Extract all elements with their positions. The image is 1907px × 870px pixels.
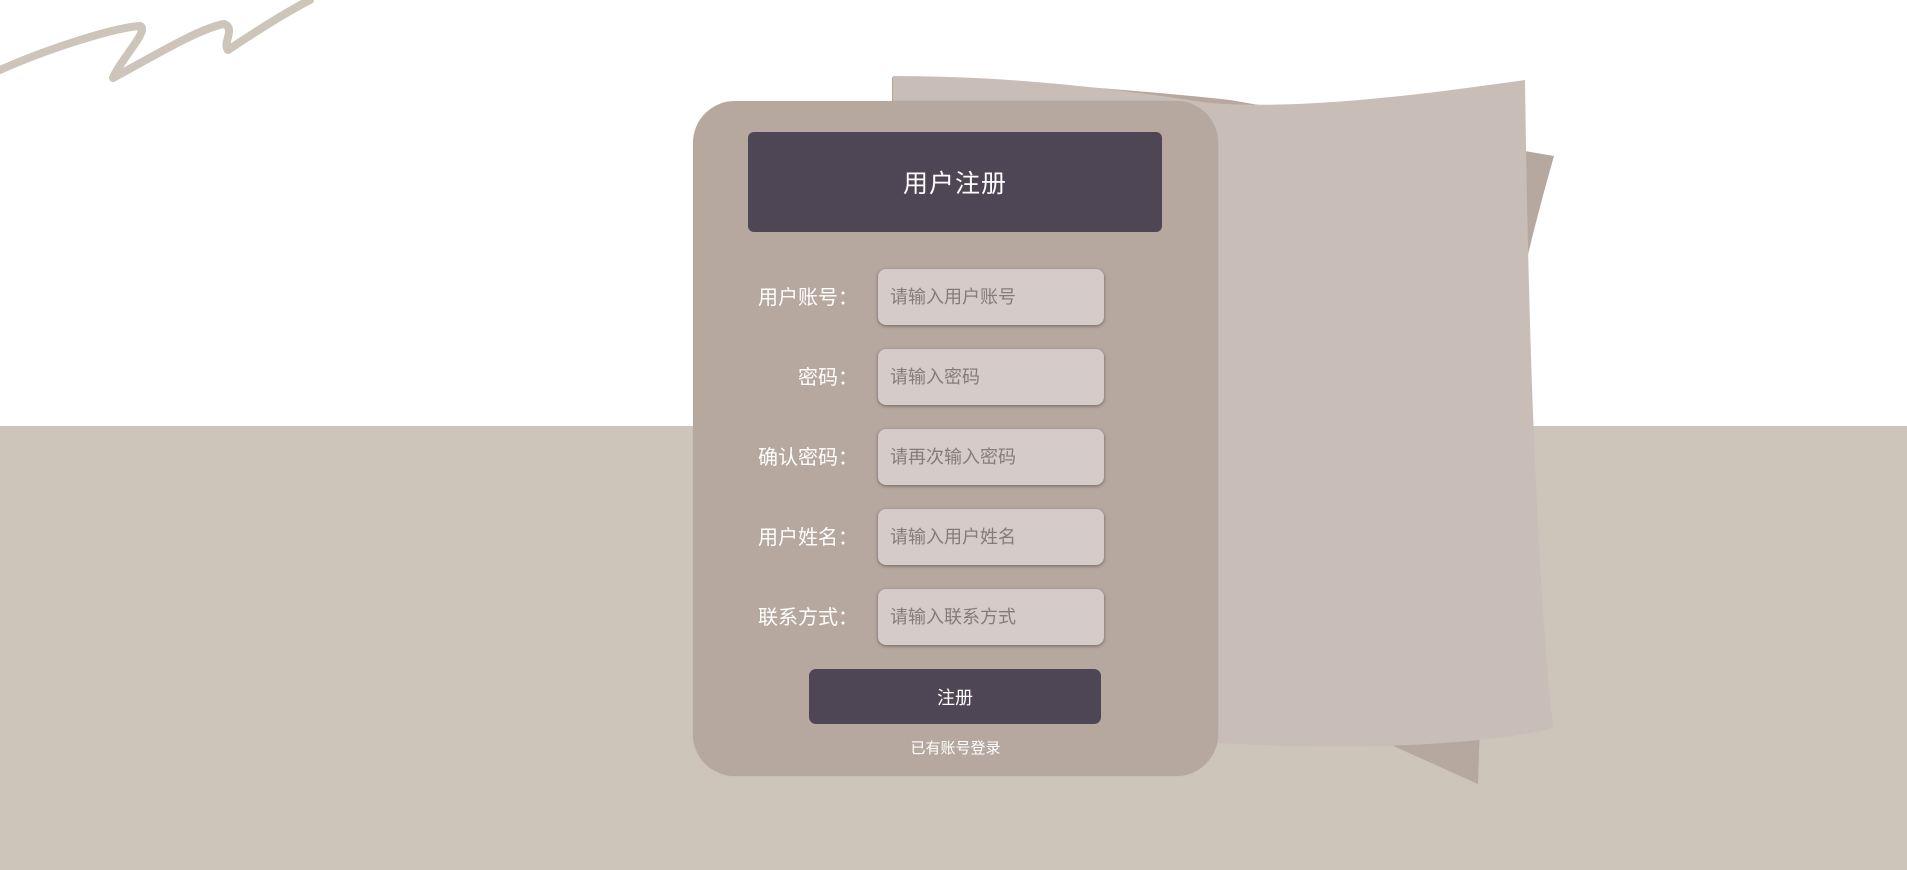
register-card: 用户注册 用户账号： 密码： 确认密码： 用户姓名： 联系方式： 注册 已有账号… [693, 101, 1218, 776]
contact-row: 联系方式： [693, 589, 1218, 645]
account-label: 用户账号： [758, 285, 858, 309]
confirm-password-input[interactable] [878, 429, 1104, 485]
password-row: 密码： [693, 349, 1218, 405]
register-button[interactable]: 注册 [809, 669, 1101, 724]
password-label: 密码： [798, 365, 858, 389]
username-input[interactable] [878, 509, 1104, 565]
contact-input[interactable] [878, 589, 1104, 645]
page-title: 用户注册 [748, 132, 1162, 232]
page-background: 用户注册 用户账号： 密码： 确认密码： 用户姓名： 联系方式： 注册 已有账号… [0, 0, 1907, 870]
username-row: 用户姓名： [693, 509, 1218, 565]
account-row: 用户账号： [693, 269, 1218, 325]
confirm-password-label: 确认密码： [758, 445, 858, 469]
confirm-password-row: 确认密码： [693, 429, 1218, 485]
password-input[interactable] [878, 349, 1104, 405]
account-input[interactable] [878, 269, 1104, 325]
scribble-decoration [0, 0, 314, 82]
login-link[interactable]: 已有账号登录 [693, 737, 1218, 758]
contact-label: 联系方式： [758, 605, 858, 629]
username-label: 用户姓名： [758, 525, 858, 549]
